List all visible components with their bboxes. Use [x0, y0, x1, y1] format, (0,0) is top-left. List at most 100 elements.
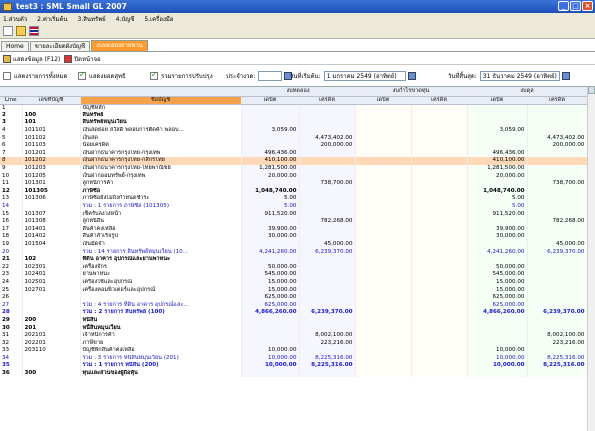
table-row[interactable]: 10 101205 เงินฝากออมทรัพย์-กรุงเทพ 20,000.0… [0, 172, 587, 180]
table-cell: 102401 [22, 271, 81, 279]
start-calendar-icon[interactable] [407, 71, 416, 80]
table-row[interactable]: 18 101402 สินค้าสำเร็จรูป 30,000.00 30,000.0… [0, 233, 587, 241]
table-row[interactable]: 15 101307 เช็ครับลงวงหน้า 911,520.00 911,520… [0, 210, 587, 218]
period-input[interactable] [258, 70, 283, 81]
table-cell: เงินฝากธนาคารกรุงไทย-กสิกรไทย [80, 157, 242, 165]
table-row[interactable]: 21 102 ที่ดิน อาคาร อุปกรณ์และยานพาหนะ [0, 255, 587, 264]
maximize-button[interactable]: □ [570, 1, 581, 11]
menu-tools[interactable]: 5.เครื่องมือ [144, 14, 173, 24]
start-date-input[interactable]: 1 มกราคม 2549 (อาทิตย์) [323, 70, 406, 81]
table-cell: 33 [0, 347, 23, 355]
table-row[interactable]: 6 101103 น้อยเครดิต 200,000.00 200,000.00 [0, 141, 587, 150]
filter-bar: แสดงรายการทั้งหมด แสดงยอดสุทธิ รวมรายการ… [0, 68, 595, 83]
table-cell [355, 149, 412, 158]
table-cell [411, 164, 468, 173]
menu-assets[interactable]: 3.สินทรัพย์ [77, 14, 105, 24]
folder-icon[interactable] [16, 26, 26, 36]
table-cell: 5.00 [241, 202, 300, 211]
tab-trial-balance[interactable]: งบทดลองสายพาน [91, 40, 148, 51]
table-row[interactable]: 14 รวม : 1 รายการ ภาษีซื้อ (101305) 5.00 5.… [0, 202, 587, 211]
table-row[interactable]: 20 รวม : 14 รายการ สินทรัพย์หมุนเวียน (10… [0, 248, 587, 256]
table-row[interactable]: 8 101202 เงินฝากธนาคารกรุงไทย-กสิกรไทย 410,… [0, 157, 587, 165]
table-cell: 22 [0, 263, 23, 272]
table-cell: 10,000.00 [467, 354, 528, 363]
table-cell: เงินสด [80, 134, 242, 142]
table-row[interactable]: 1 บัญชีหลัก [0, 104, 587, 112]
table-row[interactable]: 24 102501 เครื่องใช้และอุปกรณ์ 15,000.00 15,… [0, 278, 587, 287]
table-cell: 101202 [22, 157, 81, 165]
show-data-button[interactable]: แสดงข้อมูล (F12) [3, 54, 60, 64]
table-cell: เครื่องจักร [80, 263, 242, 272]
table-cell: 4,241,260.00 [241, 248, 300, 256]
table-row[interactable]: 28 รวม : 2 รายการ สินทรัพย์ (100) 4,866,26… [0, 309, 587, 317]
table-cell [411, 369, 468, 378]
new-window-icon[interactable] [3, 26, 13, 36]
col-tb-credit[interactable]: เครดิต [299, 96, 356, 105]
table-row[interactable]: 22 102301 เครื่องจักร 50,000.00 50,000.00 [0, 263, 587, 272]
close-window-button[interactable]: × [582, 1, 593, 11]
table-row[interactable]: 35 รวม : 1 รายการ หนี้สิน (200) 10,000.00 8… [0, 362, 587, 370]
col-is-credit[interactable]: เครดิต [411, 96, 468, 105]
table-cell [467, 339, 528, 347]
table-row[interactable]: 2 100 สินทรัพย์ [0, 111, 587, 120]
col-tb-debit[interactable]: เดบิต [241, 96, 300, 105]
table-row[interactable]: 29 200 หนี้สิน [0, 316, 587, 325]
show-net-option[interactable]: แสดงยอดสุทธิ [78, 70, 126, 81]
table-row[interactable]: 4 101101 เงินสดย่อย สวัสดิ์ พลอบการติดค้า … [0, 126, 587, 135]
table-row[interactable]: 31 202101 เจ้าหนี้การค้า 8,002,100.00 8,002,… [0, 331, 587, 340]
show-all-option[interactable]: แสดงรายการทั้งหมด [3, 71, 67, 81]
include-adjust-option[interactable]: รวมรายการปรับปรุง [150, 70, 213, 81]
table-row[interactable]: 17 101401 สินค้าคงเหลือ 39,900.00 39,900.00 [0, 225, 587, 234]
table-cell [355, 293, 412, 302]
show-all-checkbox[interactable] [3, 71, 11, 80]
table-cell: 100 [22, 111, 81, 120]
table-cell: 8,225,316.00 [527, 362, 587, 370]
thai-flag-icon[interactable] [29, 26, 39, 36]
table-row[interactable]: 11 101301 ลูกหนี้การค้า 738,700.00 738,700.0… [0, 179, 587, 188]
table-row[interactable]: 25 102701 เครื่องคอมพิวเตอร์และอุปกรณ์ 15,0… [0, 286, 587, 294]
table-row[interactable]: 7 101201 เงินฝากธนาคารกรุงไทย-กรุงเทพ 496,4… [0, 149, 587, 158]
col-is-debit[interactable]: เดบิต [355, 96, 412, 105]
menu-accounts[interactable]: 4.บัญชี [116, 14, 135, 24]
table-row[interactable]: 34 รวม : 3 รายการ หนี้สินหมุนเวียน (201) 1… [0, 354, 587, 363]
table-cell: 101306 [22, 195, 81, 203]
table-row[interactable]: 5 101102 เงินสด 4,473,402.00 4,473,402.00 [0, 134, 587, 142]
menu-personal[interactable]: 1.ส่วนตัว [3, 14, 27, 24]
table-row[interactable]: 30 201 หนี้สินหมุนเวียน [0, 324, 587, 332]
table-cell: เงินฝากออมทรัพย์-กรุงเทพ [80, 172, 242, 180]
table-row[interactable]: 12 101305 ภาษีซื้อ 1,048,740.00 1,048,740.00 [0, 187, 587, 196]
col-bs-credit[interactable]: เครดิต [527, 96, 587, 105]
table-row[interactable]: 16 101308 ลูกหนี้อื่น 782,268.00 782,268.00 [0, 217, 587, 226]
table-cell [299, 126, 356, 135]
include-adjust-checkbox[interactable] [150, 70, 158, 80]
close-screen-button[interactable]: ปิดหน้าจอ [64, 54, 101, 64]
table-cell: 10,000.00 [241, 347, 300, 355]
table-cell: บัญชีหลัก [80, 104, 242, 112]
table-cell [411, 293, 468, 302]
col-account-no[interactable]: เลขที่บัญชี [22, 96, 81, 105]
table-row[interactable]: 32 202201 ภาษีขาย 223,216.00 223,216.00 [0, 339, 587, 347]
table-cell [241, 141, 300, 150]
table-row[interactable]: 19 101504 เงินมัดจำ 45,000.00 45,000.00 [0, 240, 587, 249]
tab-account-detail[interactable]: ขายละเอียดผังบัญชี [29, 41, 91, 51]
col-bs-debit[interactable]: เดบิต [467, 96, 528, 105]
end-date-input[interactable]: 31 ธันวาคม 2549 (อาทิตย์) [479, 70, 560, 81]
table-row[interactable]: 3 101 สินทรัพย์หมุนเวียน [0, 119, 587, 127]
vertical-scrollbar[interactable] [587, 86, 595, 431]
minimize-button[interactable]: _ [558, 1, 569, 11]
col-line[interactable]: Line [0, 96, 23, 105]
table-row[interactable]: 26 625,000.00 625,000.00 [0, 293, 587, 302]
col-account-name[interactable]: ชื่อบัญชี [80, 96, 242, 105]
table-row[interactable]: 13 101306 ภาษีซื้อยังไม่ถึงกำหนดชำระ 5.00 5.… [0, 195, 587, 203]
show-net-checkbox[interactable] [78, 70, 86, 80]
menu-defaults[interactable]: 2.ค่าเริ่มต้น [37, 14, 67, 24]
table-row[interactable]: 36 300 ทุนและส่วนของผู้ถือหุ้น [0, 369, 587, 378]
table-row[interactable]: 9 101203 เงินฝากธนาคารกรุงไทย-ไทยพาณิชย์ 1,… [0, 164, 587, 173]
table-cell: 45,000.00 [299, 240, 356, 249]
table-row[interactable]: 33 203110 บัญชีพักสินค้าคงเหลือ 10,000.00 10… [0, 347, 587, 355]
scroll-up-icon[interactable] [588, 86, 595, 94]
table-row[interactable]: 23 102401 ยานพาหนะ 545,000.00 545,000.00 [0, 271, 587, 279]
tab-home[interactable]: Home [1, 41, 29, 51]
table-row[interactable]: 27 รวม : 4 รายการ ที่ดิน อาคาร อุปกรณ์และ… [0, 301, 587, 310]
end-calendar-icon[interactable] [561, 71, 570, 80]
